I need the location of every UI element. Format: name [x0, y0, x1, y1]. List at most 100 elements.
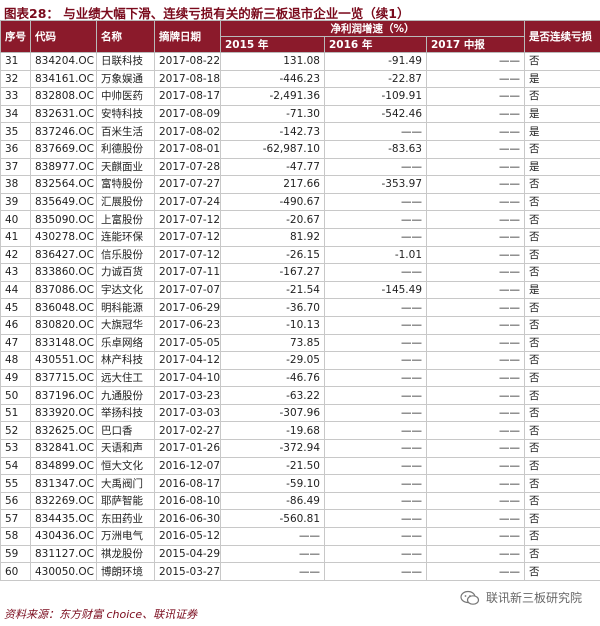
cell-name: 乐卓网络: [96, 333, 155, 353]
table-row: 41 430278.OC 连能环保 2017-07-12 81.92 —— —— 否: [0, 227, 600, 247]
cell-2016: ——: [324, 386, 427, 405]
table-row: 58 430436.OC 万洲电气 2016-05-12 —— —— —— 否: [0, 527, 600, 546]
cell-code: 837196.OC: [30, 386, 97, 405]
cell-2015: -19.68: [220, 421, 325, 441]
cell-2016: ——: [324, 263, 427, 282]
cell-code: 835649.OC: [30, 192, 97, 212]
cell-2017: ——: [425, 192, 526, 212]
cell-2016: ——: [324, 315, 427, 335]
cell-2017: ——: [425, 52, 526, 71]
cell-2015: 131.08: [220, 52, 325, 71]
cell-2017: ——: [425, 368, 526, 388]
cell-seq: 33: [0, 87, 31, 106]
cell-2015: ——: [220, 562, 325, 581]
cell-2015: -59.10: [220, 474, 325, 493]
cell-2016: -91.49: [324, 52, 427, 71]
cell-name: 九通股份: [96, 386, 155, 405]
cell-name: 力诚百货: [96, 263, 155, 282]
cell-code: 836048.OC: [30, 298, 97, 317]
cell-2016: ——: [324, 509, 427, 529]
cell-date: 2017-07-28: [154, 157, 221, 177]
cell-date: 2017-08-09: [154, 104, 221, 124]
cell-2016: ——: [324, 122, 427, 141]
cell-name: 林产科技: [96, 351, 155, 370]
cell-seq: 36: [0, 139, 31, 159]
watermark: 联讯新三板研究院: [460, 589, 582, 606]
cell-2015: -20.67: [220, 210, 325, 229]
cell-seq: 40: [0, 210, 31, 229]
delisted-companies-table: 序号 代码 名称 摘牌日期 净利润增速（%） 是否连续亏损 2015 年 201…: [0, 20, 600, 581]
cell-seq: 46: [0, 315, 31, 335]
cell-loss: 否: [524, 52, 600, 71]
cell-seq: 37: [0, 157, 31, 177]
cell-date: 2017-07-11: [154, 263, 221, 282]
cell-2015: -86.49: [220, 491, 325, 511]
cell-loss: 否: [524, 527, 600, 546]
table-row: 43 833860.OC 力诚百货 2017-07-11 -167.27 —— —— 否: [0, 263, 600, 282]
cell-2017: ——: [425, 263, 526, 282]
table-row: 36 837669.OC 利德股份 2017-08-01 -62,987.10 -83.6…: [0, 139, 600, 159]
cell-seq: 45: [0, 298, 31, 317]
cell-name: 天麒面业: [96, 157, 155, 177]
cell-name: 宇达文化: [96, 280, 155, 300]
cell-date: 2017-06-29: [154, 298, 221, 317]
cell-2015: -21.54: [220, 280, 325, 300]
table-row: 40 835090.OC 上富股份 2017-07-12 -20.67 —— —— 否: [0, 210, 600, 229]
cell-code: 837246.OC: [30, 122, 97, 141]
cell-seq: 51: [0, 403, 31, 423]
cell-code: 837086.OC: [30, 280, 97, 300]
cell-date: 2017-04-10: [154, 368, 221, 388]
cell-loss: 否: [524, 509, 600, 529]
cell-code: 430278.OC: [30, 227, 97, 247]
watermark-text: 联讯新三板研究院: [485, 591, 582, 605]
cell-name: 巴口香: [96, 421, 155, 441]
cell-date: 2017-06-23: [154, 315, 221, 335]
cell-2017: ——: [425, 315, 526, 335]
cell-seq: 43: [0, 263, 31, 282]
cell-2017: ——: [425, 139, 526, 159]
cell-2015: -307.96: [220, 403, 325, 423]
cell-2016: ——: [324, 527, 427, 546]
cell-2016: ——: [324, 421, 427, 441]
cell-seq: 39: [0, 192, 31, 212]
cell-2017: ——: [425, 509, 526, 529]
cell-2017: ——: [425, 210, 526, 229]
cell-date: 2017-07-07: [154, 280, 221, 300]
cell-date: 2017-03-03: [154, 403, 221, 423]
cell-date: 2017-08-01: [154, 139, 221, 159]
cell-date: 2017-08-22: [154, 52, 221, 71]
cell-date: 2017-07-12: [154, 227, 221, 247]
cell-2017: ——: [425, 351, 526, 370]
cell-code: 833860.OC: [30, 263, 97, 282]
cell-loss: 否: [524, 298, 600, 317]
cell-name: 上富股份: [96, 210, 155, 229]
table-row: 38 832564.OC 富特股份 2017-07-27 217.66 -353.97 ——…: [0, 175, 600, 194]
cell-name: 万象娱通: [96, 69, 155, 89]
cell-code: 831127.OC: [30, 544, 97, 564]
cell-date: 2017-07-27: [154, 175, 221, 194]
cell-2016: -22.87: [324, 69, 427, 89]
cell-2017: ——: [425, 280, 526, 300]
table-row: 42 836427.OC 信乐股份 2017-07-12 -26.15 -1.01 —— 否: [0, 245, 600, 265]
cell-date: 2017-08-17: [154, 87, 221, 106]
table-row: 33 832808.OC 中帅医药 2017-08-17 -2,491.36 -109.9…: [0, 87, 600, 106]
cell-2017: ——: [425, 245, 526, 265]
cell-2016: -353.97: [324, 175, 427, 194]
cell-name: 大旗冠华: [96, 315, 155, 335]
cell-2017: ——: [425, 333, 526, 353]
cell-loss: 是: [524, 280, 600, 300]
cell-loss: 否: [524, 333, 600, 353]
cell-2015: -47.77: [220, 157, 325, 177]
cell-seq: 55: [0, 474, 31, 493]
cell-2016: -83.63: [324, 139, 427, 159]
cell-2017: ——: [425, 157, 526, 177]
cell-name: 万洲电气: [96, 527, 155, 546]
cell-loss: 否: [524, 87, 600, 106]
cell-name: 远大住工: [96, 368, 155, 388]
cell-2016: ——: [324, 210, 427, 229]
cell-name: 安特科技: [96, 104, 155, 124]
cell-code: 430436.OC: [30, 527, 97, 546]
cell-seq: 31: [0, 52, 31, 71]
cell-2016: ——: [324, 368, 427, 388]
cell-date: 2017-03-23: [154, 386, 221, 405]
